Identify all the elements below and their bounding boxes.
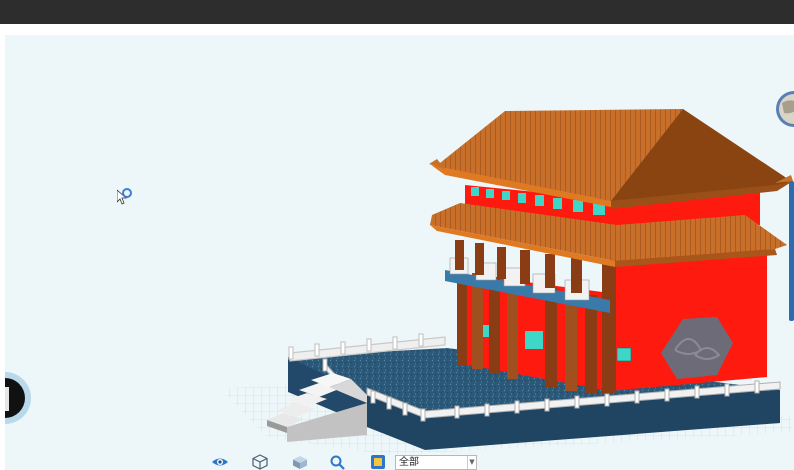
user-avatar[interactable]: [774, 89, 794, 129]
chinese-pavilion-model[interactable]: [5, 35, 794, 470]
cube-solid-icon[interactable]: [291, 454, 309, 470]
view-filter-select[interactable]: 全部 ▼: [395, 455, 477, 470]
view-toolbar: 全部 ▼: [205, 452, 505, 470]
mouse-pointer-icon: [117, 188, 132, 205]
search-icon[interactable]: [329, 454, 347, 470]
top-title-bar: [0, 0, 794, 24]
chevron-down-icon: ▼: [467, 456, 476, 469]
cube-wireframe-icon[interactable]: [251, 454, 269, 470]
view-cube-gizmo[interactable]: [5, 353, 37, 443]
side-panel-handle[interactable]: [789, 181, 794, 321]
layers-icon[interactable]: [369, 454, 387, 470]
3d-viewport[interactable]: 全部 ▼: [5, 35, 794, 470]
view-filter-value: 全部: [399, 457, 419, 468]
eye-icon[interactable]: [211, 454, 229, 470]
